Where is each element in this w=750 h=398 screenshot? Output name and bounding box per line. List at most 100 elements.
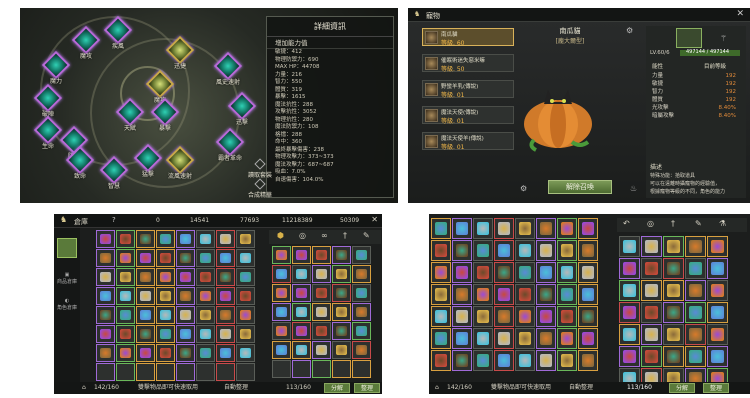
item-slot[interactable] bbox=[312, 246, 331, 264]
item-slot[interactable] bbox=[578, 328, 598, 349]
item-slot[interactable] bbox=[292, 360, 311, 378]
item-slot[interactable] bbox=[216, 363, 235, 381]
item-slot[interactable] bbox=[292, 303, 311, 321]
item-slot[interactable] bbox=[176, 249, 195, 267]
item-slot[interactable] bbox=[96, 287, 115, 305]
item-slot[interactable] bbox=[431, 240, 451, 261]
item-slot[interactable] bbox=[156, 325, 175, 343]
item-slot[interactable] bbox=[473, 284, 493, 305]
item-slot[interactable] bbox=[136, 363, 155, 381]
item-slot[interactable] bbox=[473, 262, 493, 283]
item-slot[interactable] bbox=[312, 284, 331, 302]
item-slot[interactable] bbox=[136, 325, 155, 343]
item-slot[interactable] bbox=[619, 324, 640, 345]
item-slot[interactable] bbox=[685, 236, 706, 257]
item-slot[interactable] bbox=[292, 322, 311, 340]
item-slot[interactable] bbox=[452, 306, 472, 327]
item-slot[interactable] bbox=[578, 262, 598, 283]
item-slot[interactable] bbox=[557, 240, 577, 261]
item-slot[interactable] bbox=[663, 302, 684, 323]
item-slot[interactable] bbox=[685, 280, 706, 301]
item-slot[interactable] bbox=[312, 303, 331, 321]
item-slot[interactable] bbox=[272, 265, 291, 283]
pet-list-item[interactable]: 南瓜貓 等級. 60 bbox=[422, 28, 514, 47]
item-slot[interactable] bbox=[156, 306, 175, 324]
item-slot[interactable] bbox=[431, 284, 451, 305]
item-slot[interactable] bbox=[536, 284, 556, 305]
item-slot[interactable] bbox=[685, 324, 706, 345]
item-slot[interactable] bbox=[515, 262, 535, 283]
item-slot[interactable] bbox=[494, 328, 514, 349]
item-slot[interactable] bbox=[663, 346, 684, 367]
item-slot[interactable] bbox=[236, 325, 255, 343]
item-slot[interactable] bbox=[536, 350, 556, 371]
item-slot[interactable] bbox=[136, 249, 155, 267]
item-slot[interactable] bbox=[196, 268, 215, 286]
item-slot[interactable] bbox=[707, 258, 728, 279]
item-slot[interactable] bbox=[332, 265, 351, 283]
close-icon[interactable]: ✕ bbox=[736, 9, 744, 19]
item-slot[interactable] bbox=[352, 284, 371, 302]
item-slot[interactable] bbox=[156, 249, 175, 267]
item-slot[interactable] bbox=[96, 230, 115, 248]
item-slot[interactable] bbox=[96, 306, 115, 324]
item-slot[interactable] bbox=[312, 360, 331, 378]
item-slot[interactable] bbox=[473, 328, 493, 349]
settings-icon[interactable]: ⚙ bbox=[520, 184, 527, 193]
item-slot[interactable] bbox=[332, 360, 351, 378]
item-slot[interactable] bbox=[663, 280, 684, 301]
pet-list-item[interactable]: 魔法天使羊(傳說) 等級. 01 bbox=[422, 132, 514, 151]
item-slot[interactable] bbox=[136, 230, 155, 248]
item-slot[interactable] bbox=[136, 306, 155, 324]
link-icon[interactable]: ∞ bbox=[321, 231, 328, 240]
sidebar-item-goods[interactable]: ▣ 商品倉庫 bbox=[56, 272, 78, 285]
item-slot[interactable] bbox=[352, 246, 371, 264]
item-slot[interactable] bbox=[156, 268, 175, 286]
item-slot[interactable] bbox=[494, 350, 514, 371]
item-slot[interactable] bbox=[272, 246, 291, 264]
item-slot[interactable] bbox=[494, 262, 514, 283]
item-slot[interactable] bbox=[452, 284, 472, 305]
sword-icon[interactable]: † bbox=[671, 219, 675, 228]
item-slot[interactable] bbox=[431, 306, 451, 327]
item-slot[interactable] bbox=[196, 306, 215, 324]
item-slot[interactable] bbox=[641, 324, 662, 345]
item-slot[interactable] bbox=[536, 328, 556, 349]
item-slot[interactable] bbox=[236, 287, 255, 305]
item-slot[interactable] bbox=[473, 218, 493, 239]
item-slot[interactable] bbox=[431, 350, 451, 371]
item-slot[interactable] bbox=[272, 303, 291, 321]
item-slot[interactable] bbox=[431, 218, 451, 239]
item-slot[interactable] bbox=[136, 268, 155, 286]
item-slot[interactable] bbox=[494, 218, 514, 239]
item-slot[interactable] bbox=[352, 341, 371, 359]
item-slot[interactable] bbox=[352, 360, 371, 378]
item-slot[interactable] bbox=[96, 325, 115, 343]
load-set-button[interactable]: 讀取套裝 bbox=[240, 158, 280, 179]
item-slot[interactable] bbox=[216, 325, 235, 343]
close-icon[interactable]: ✕ bbox=[371, 215, 378, 224]
sort-button[interactable]: 整理 bbox=[703, 383, 730, 393]
item-slot[interactable] bbox=[312, 341, 331, 359]
item-slot[interactable] bbox=[641, 236, 662, 257]
item-slot[interactable] bbox=[116, 325, 135, 343]
item-slot[interactable] bbox=[619, 236, 640, 257]
item-slot[interactable] bbox=[116, 268, 135, 286]
item-slot[interactable] bbox=[707, 324, 728, 345]
item-slot[interactable] bbox=[557, 306, 577, 327]
item-slot[interactable] bbox=[494, 306, 514, 327]
unsummon-button[interactable]: 解除召喚 bbox=[548, 180, 612, 194]
item-slot[interactable] bbox=[196, 344, 215, 362]
item-slot[interactable] bbox=[332, 303, 351, 321]
item-slot[interactable] bbox=[515, 350, 535, 371]
pet-list-item[interactable]: 魔法天使(傳說) 等級. 01 bbox=[422, 106, 514, 125]
item-slot[interactable] bbox=[156, 287, 175, 305]
item-slot[interactable] bbox=[578, 306, 598, 327]
item-slot[interactable] bbox=[292, 265, 311, 283]
item-slot[interactable] bbox=[641, 346, 662, 367]
item-slot[interactable] bbox=[685, 302, 706, 323]
item-slot[interactable] bbox=[557, 350, 577, 371]
item-slot[interactable] bbox=[176, 287, 195, 305]
item-slot[interactable] bbox=[515, 328, 535, 349]
item-slot[interactable] bbox=[272, 341, 291, 359]
